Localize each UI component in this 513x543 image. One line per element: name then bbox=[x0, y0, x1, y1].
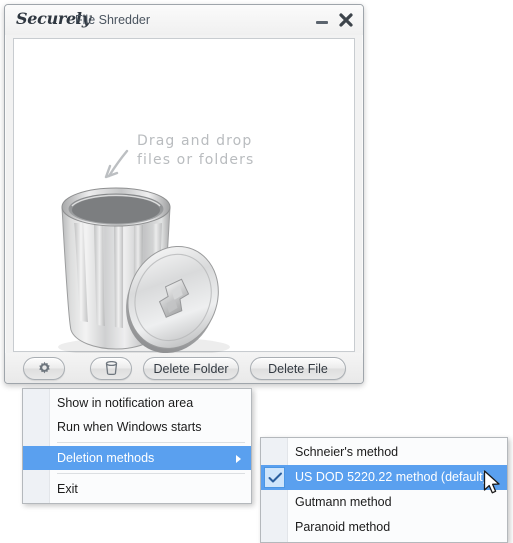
menu-separator bbox=[57, 442, 245, 443]
trash-can-illustration bbox=[58, 187, 230, 357]
submenu-item-us-dod-label: US DOD 5220.22 method (default) bbox=[295, 470, 487, 484]
submenu-item-schneier[interactable]: Schneier's method bbox=[261, 440, 507, 465]
close-icon bbox=[339, 13, 353, 27]
delete-file-button[interactable]: Delete File bbox=[250, 357, 346, 380]
app-window: Securely File Shredder Drag and drop fil… bbox=[4, 4, 364, 384]
settings-context-menu: Show in notification area Run when Windo… bbox=[22, 388, 252, 504]
delete-folder-button[interactable]: Delete Folder bbox=[143, 357, 239, 380]
menu-item-deletion-methods-label: Deletion methods bbox=[57, 451, 155, 465]
drop-hint-line-1: Drag and drop bbox=[137, 133, 253, 149]
menu-item-exit[interactable]: Exit bbox=[23, 477, 251, 501]
minimize-button[interactable] bbox=[313, 11, 331, 29]
check-indicator bbox=[264, 467, 285, 488]
close-button[interactable] bbox=[337, 11, 355, 29]
menu-item-show-in-notification-area[interactable]: Show in notification area bbox=[23, 391, 251, 415]
settings-button[interactable] bbox=[23, 357, 65, 380]
bottom-toolbar: Delete Folder Delete File bbox=[5, 353, 363, 383]
check-icon bbox=[268, 472, 282, 483]
trash-icon bbox=[105, 361, 117, 375]
menu-item-run-when-windows-starts[interactable]: Run when Windows starts bbox=[23, 415, 251, 439]
empty-trash-button[interactable] bbox=[90, 357, 132, 380]
drop-hint-text: Drag and drop files or folders bbox=[137, 132, 254, 170]
menu-item-deletion-methods[interactable]: Deletion methods bbox=[23, 446, 251, 470]
curved-arrow-icon bbox=[104, 149, 129, 179]
drop-area[interactable]: Drag and drop files or folders bbox=[13, 38, 355, 357]
drop-hint-line-2: files or folders bbox=[137, 152, 255, 168]
submenu-chevron-icon bbox=[236, 455, 241, 463]
deletion-methods-submenu: Schneier's method US DOD 5220.22 method … bbox=[260, 437, 508, 543]
submenu-item-gutmann[interactable]: Gutmann method bbox=[261, 490, 507, 515]
menu-separator bbox=[57, 473, 245, 474]
submenu-item-paranoid[interactable]: Paranoid method bbox=[261, 515, 507, 540]
minimize-icon bbox=[316, 21, 328, 24]
submenu-item-us-dod[interactable]: US DOD 5220.22 method (default) bbox=[261, 465, 507, 490]
window-title: File Shredder bbox=[75, 13, 151, 27]
window-titlebar[interactable]: Securely File Shredder bbox=[5, 5, 363, 35]
gear-icon bbox=[38, 361, 50, 374]
